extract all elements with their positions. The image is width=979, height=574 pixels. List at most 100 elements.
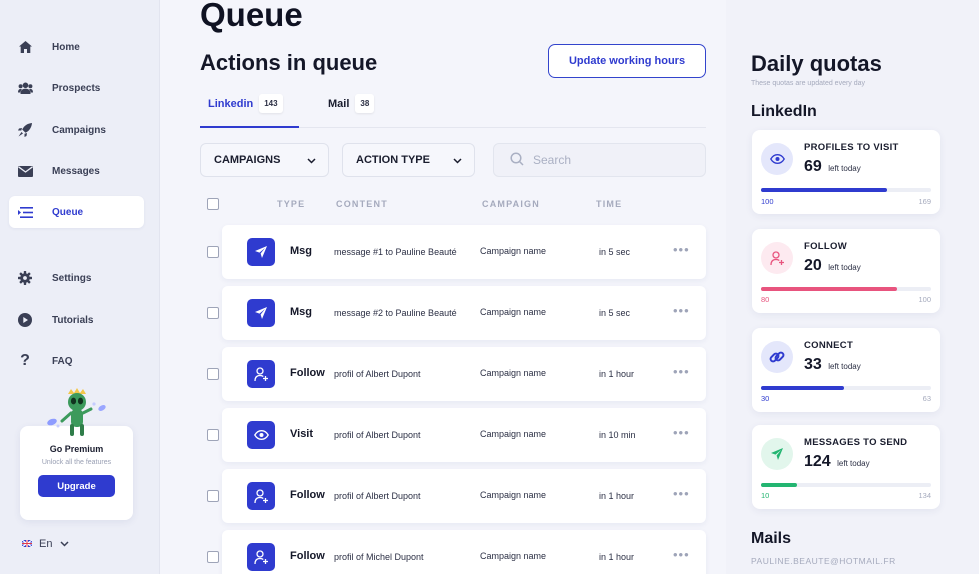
sidebar: Home Prospects Campaigns Messages Queue … [0, 0, 160, 574]
row-time: in 10 min [599, 408, 659, 462]
page-title: Queue [200, 0, 303, 33]
row-checkbox[interactable] [207, 551, 219, 563]
quota-remaining: 124 [804, 453, 831, 470]
column-header-time: TIME [596, 199, 623, 209]
sidebar-item-settings[interactable]: Settings [9, 262, 144, 294]
more-options-icon[interactable]: ••• [673, 425, 690, 440]
row-checkbox[interactable] [207, 368, 219, 380]
row-checkbox[interactable] [207, 307, 219, 319]
row-campaign: Campaign name [480, 490, 547, 500]
user-plus-icon [247, 482, 275, 510]
more-options-icon[interactable]: ••• [673, 364, 690, 379]
search-input[interactable]: Search [493, 143, 706, 177]
row-time-text: in 5 sec [599, 307, 631, 318]
queue-row[interactable]: Visit profil of Albert Dupont Campaign nam… [222, 408, 706, 462]
quotas-panel: Daily quotas These quotas are updated ev… [726, 0, 979, 574]
queue-row[interactable]: Follow profil of Albert Dupont Campaign na… [222, 469, 706, 523]
quota-remaining: 69 [804, 158, 822, 175]
row-content: profil of Albert Dupont [334, 347, 464, 401]
row-type: Msg [290, 306, 312, 318]
row-time: in 5 sec [599, 286, 659, 340]
link-icon [761, 341, 793, 373]
more-options-icon[interactable]: ••• [673, 486, 690, 501]
search-icon [510, 151, 533, 169]
quota-card-connect: CONNECT 33 left today 30 63 [752, 328, 940, 412]
language-label: En [39, 538, 53, 550]
alien-mascot-illustration [44, 388, 114, 440]
sidebar-item-campaigns[interactable]: Campaigns [9, 114, 144, 146]
tab-mail[interactable]: Mail 38 [328, 94, 375, 113]
row-content: profil of Albert Dupont [334, 469, 464, 523]
user-plus-icon [761, 242, 793, 274]
quota-total: 100 [918, 295, 931, 304]
main-panel: Queue Actions in queue Update working ho… [160, 0, 726, 574]
chevron-down-icon [453, 155, 462, 167]
quota-progress-track [761, 188, 931, 192]
row-campaign: Campaign name [480, 551, 547, 561]
quota-value: 33 left today [804, 356, 861, 374]
row-time-text: in 10 min [599, 429, 636, 440]
sidebar-item-home[interactable]: Home [9, 31, 144, 63]
row-type: Follow [290, 489, 325, 501]
sidebar-item-messages[interactable]: Messages [9, 155, 144, 187]
row-checkbox[interactable] [207, 246, 219, 258]
chevron-down-icon [307, 155, 316, 167]
queue-row[interactable]: Follow profil of Albert Dupont Campaign na… [222, 347, 706, 401]
row-content-text: profil of Michel Dupont [334, 551, 424, 562]
more-options-icon[interactable]: ••• [673, 242, 690, 257]
queue-icon [17, 204, 33, 220]
row-content: message #1 to Pauline Beauté [334, 225, 464, 279]
more-options-icon[interactable]: ••• [673, 303, 690, 318]
row-time-text: in 1 hour [599, 490, 635, 501]
rocket-icon [17, 122, 33, 138]
sidebar-item-label: Home [52, 41, 80, 53]
row-checkbox[interactable] [207, 490, 219, 502]
sidebar-item-label: Prospects [52, 82, 101, 94]
sidebar-item-label: Campaigns [52, 124, 106, 136]
row-content-text: profil of Albert Dupont [334, 368, 421, 379]
queue-row[interactable]: Msg message #1 to Pauline Beauté Campaign … [222, 225, 706, 279]
premium-title: Go Premium [49, 444, 104, 454]
row-type: Follow [290, 367, 325, 379]
sidebar-item-queue[interactable]: Queue [9, 196, 144, 228]
language-selector[interactable]: En [21, 538, 69, 550]
row-campaign: Campaign name [480, 246, 547, 256]
row-campaign: Campaign name [480, 307, 547, 317]
send-icon [761, 438, 793, 470]
quota-label: MESSAGES TO SEND [804, 437, 908, 448]
quota-remaining: 33 [804, 356, 822, 373]
quota-remaining: 20 [804, 257, 822, 274]
row-content-text: profil of Albert Dupont [334, 490, 421, 501]
row-content: profil of Michel Dupont [334, 530, 464, 574]
sidebar-item-faq[interactable]: ? FAQ [9, 345, 144, 377]
row-checkbox[interactable] [207, 429, 219, 441]
campaigns-dropdown[interactable]: CAMPAIGNS [200, 143, 329, 177]
upgrade-button[interactable]: Upgrade [38, 475, 115, 497]
quota-progress-fill [761, 386, 845, 390]
quota-progress-fill [761, 287, 897, 291]
sidebar-item-tutorials[interactable]: Tutorials [9, 304, 144, 336]
queue-row[interactable]: Msg message #2 to Pauline Beauté Campaign … [222, 286, 706, 340]
queue-row[interactable]: Follow profil of Michel Dupont Campaign na… [222, 530, 706, 574]
play-icon [17, 312, 33, 328]
select-all-checkbox[interactable] [207, 198, 219, 210]
quota-done: 80 [761, 295, 770, 304]
tab-linkedin[interactable]: Linkedin 143 [208, 94, 283, 113]
user-plus-icon [247, 360, 275, 388]
action-type-dropdown[interactable]: ACTION TYPE [342, 143, 475, 177]
sidebar-item-label: Queue [52, 206, 84, 218]
quota-label: FOLLOW [804, 241, 847, 252]
quota-label: CONNECT [804, 340, 854, 351]
send-icon [247, 299, 275, 327]
row-content-text: profil of Albert Dupont [334, 429, 421, 440]
more-options-icon[interactable]: ••• [673, 547, 690, 562]
sidebar-item-label: Tutorials [52, 314, 94, 326]
row-type: Msg [290, 245, 312, 257]
sidebar-item-prospects[interactable]: Prospects [9, 72, 144, 104]
sidebar-item-label: FAQ [52, 355, 73, 367]
gear-icon [17, 270, 33, 286]
row-time-text: in 1 hour [599, 551, 635, 562]
row-time-text: in 1 hour [599, 368, 635, 379]
chevron-down-icon [60, 538, 69, 550]
update-working-hours-button[interactable]: Update working hours [548, 44, 706, 78]
